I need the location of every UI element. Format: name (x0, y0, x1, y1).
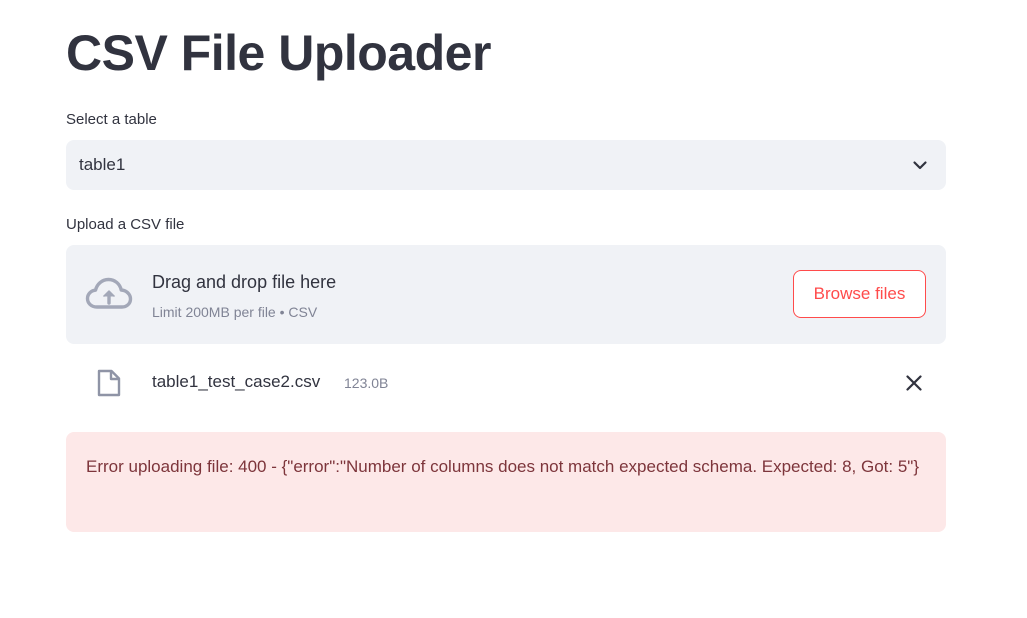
cloud-upload-icon (85, 277, 133, 309)
error-message: Error uploading file: 400 - {"error":"Nu… (86, 457, 920, 476)
chevron-down-icon (913, 161, 927, 170)
table-select-value: table1 (79, 155, 126, 174)
dropzone-limit-text: Limit 200MB per file • CSV (152, 304, 318, 320)
uploaded-file-size: 123.0B (344, 375, 389, 391)
file-icon (97, 369, 121, 397)
table-select-label: Select a table (66, 111, 157, 128)
page-title: CSV File Uploader (66, 25, 491, 81)
table-select[interactable]: table1 (66, 140, 946, 190)
dropzone-title: Drag and drop file here (152, 272, 337, 292)
browse-files-button[interactable]: Browse files (793, 270, 926, 318)
error-alert: Error uploading file: 400 - {"error":"Nu… (66, 432, 946, 532)
app-page: CSV File Uploader Select a table table1 … (0, 0, 1027, 618)
upload-label: Upload a CSV file (66, 216, 185, 233)
close-icon[interactable] (902, 371, 926, 395)
uploaded-file-name: table1_test_case2.csv (152, 372, 321, 391)
file-dropzone[interactable]: Drag and drop file here Limit 200MB per … (66, 245, 946, 344)
uploaded-file-row: table1_test_case2.csv 123.0B (66, 360, 946, 406)
